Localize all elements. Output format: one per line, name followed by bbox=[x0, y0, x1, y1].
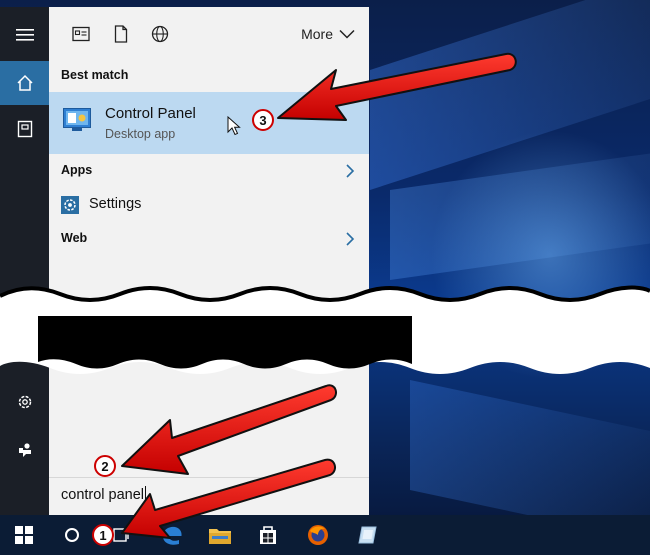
control-panel-result[interactable]: Control Panel Desktop app bbox=[49, 92, 369, 154]
app-window-icon bbox=[72, 26, 90, 42]
start-left-rail bbox=[0, 7, 49, 515]
feedback-button[interactable] bbox=[0, 428, 49, 472]
search-filter-bar: More bbox=[49, 7, 369, 61]
store-button[interactable] bbox=[246, 515, 290, 555]
feedback-icon bbox=[18, 443, 31, 457]
firefox-icon bbox=[308, 525, 328, 545]
notebook-icon bbox=[17, 120, 32, 138]
firefox-button[interactable] bbox=[296, 515, 340, 555]
pinned-app-button[interactable] bbox=[346, 515, 390, 555]
chevron-right-icon[interactable] bbox=[345, 232, 355, 246]
text-caret bbox=[145, 486, 146, 505]
home-icon bbox=[16, 74, 33, 91]
filter-documents-button[interactable] bbox=[111, 24, 131, 44]
chevron-down-icon bbox=[339, 29, 355, 39]
more-label: More bbox=[301, 26, 333, 42]
wallpaper-glow bbox=[430, 130, 650, 380]
apps-heading[interactable]: Apps bbox=[61, 163, 92, 177]
cortana-circle-icon bbox=[65, 528, 79, 542]
start-menu-panel: More Best match Control Panel Desktop ap… bbox=[49, 7, 369, 515]
file-explorer-icon bbox=[209, 529, 231, 544]
settings-button[interactable] bbox=[0, 380, 49, 424]
edge-button[interactable] bbox=[150, 515, 194, 555]
web-heading[interactable]: Web bbox=[61, 231, 87, 245]
callout-number-1: 1 bbox=[92, 524, 114, 546]
app-icon bbox=[358, 526, 377, 544]
hamburger-icon bbox=[15, 29, 34, 41]
windows-logo-icon bbox=[15, 526, 33, 544]
result-subtitle: Desktop app bbox=[105, 127, 176, 141]
filter-web-button[interactable] bbox=[150, 24, 170, 44]
more-filters-button[interactable]: More bbox=[301, 26, 355, 42]
store-icon bbox=[260, 526, 276, 544]
result-title: Control Panel bbox=[105, 105, 196, 122]
edge-icon bbox=[163, 526, 182, 545]
file-explorer-button[interactable] bbox=[198, 515, 242, 555]
mouse-pointer-icon bbox=[227, 116, 241, 136]
callout-number-2: 2 bbox=[94, 455, 116, 477]
start-button[interactable] bbox=[2, 515, 46, 555]
search-input[interactable]: control panel bbox=[49, 477, 369, 515]
search-input-value: control panel bbox=[61, 487, 145, 503]
best-match-heading: Best match bbox=[61, 68, 129, 82]
notebook-button[interactable] bbox=[0, 107, 49, 151]
settings-result[interactable]: Settings bbox=[49, 191, 369, 219]
gear-icon bbox=[61, 196, 79, 214]
settings-label: Settings bbox=[89, 196, 142, 212]
filter-apps-button[interactable] bbox=[71, 24, 91, 44]
callout-number-3: 3 bbox=[252, 109, 274, 131]
gear-icon bbox=[18, 395, 31, 409]
home-button[interactable] bbox=[0, 61, 49, 105]
cortana-search-button[interactable] bbox=[50, 515, 94, 555]
globe-icon bbox=[151, 25, 169, 43]
task-view-icon bbox=[113, 528, 129, 542]
control-panel-icon bbox=[63, 108, 91, 131]
chevron-right-icon[interactable] bbox=[345, 164, 355, 178]
document-icon bbox=[114, 25, 128, 43]
hamburger-menu-button[interactable] bbox=[0, 13, 49, 57]
